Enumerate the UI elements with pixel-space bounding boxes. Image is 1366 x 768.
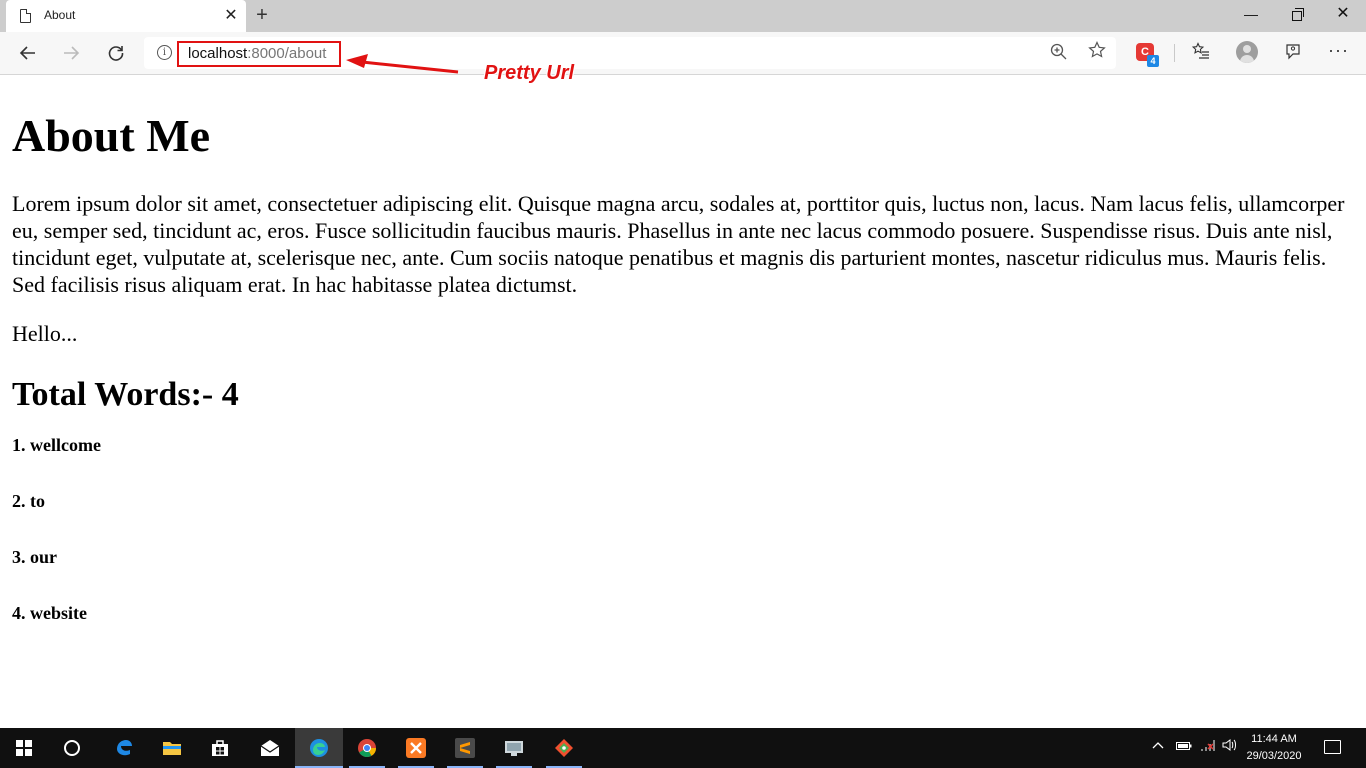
profile-avatar-icon[interactable] (1236, 41, 1258, 63)
extension-badge: 4 (1147, 55, 1159, 67)
chrome-icon (358, 739, 376, 758)
restore-button[interactable] (1274, 0, 1320, 30)
favorites-icon[interactable] (1191, 42, 1210, 65)
taskbar-app-sublime[interactable] (441, 728, 489, 768)
git-icon (555, 739, 573, 757)
restore-icon (1292, 8, 1304, 21)
volume-icon[interactable] (1222, 728, 1238, 768)
system-clock[interactable]: 11:44 AM 29/03/2020 (1244, 731, 1304, 765)
store-bag-icon (212, 740, 228, 756)
taskbar-app-chrome[interactable] (343, 728, 391, 768)
word-item: 1. wellcome (12, 435, 101, 455)
sublime-text-icon (455, 738, 475, 758)
toolbar-separator (1174, 44, 1175, 62)
word-item: 4. website (12, 603, 87, 623)
windows-logo-icon (16, 740, 32, 756)
word-item: 2. to (12, 491, 45, 511)
show-hidden-icons-button[interactable] (1152, 728, 1164, 768)
zoom-icon[interactable] (1050, 43, 1067, 65)
xampp-icon (406, 738, 426, 758)
feedback-icon[interactable] (1284, 42, 1302, 65)
minimize-button[interactable]: — (1228, 0, 1274, 30)
taskbar-app-edge-legacy[interactable] (100, 728, 148, 768)
start-button[interactable] (0, 728, 48, 768)
page-title: About Me (12, 110, 211, 161)
taskbar: 11:44 AM 29/03/2020 (0, 728, 1366, 768)
monitor-icon (505, 741, 523, 756)
total-words-heading: Total Words:- 4 (12, 376, 239, 413)
taskbar-app-xampp[interactable] (392, 728, 440, 768)
taskbar-app-store[interactable] (196, 728, 244, 768)
taskbar-app-git[interactable] (540, 728, 588, 768)
search-button[interactable] (48, 728, 96, 768)
taskbar-app-mail[interactable] (246, 728, 294, 768)
action-center-icon[interactable] (1324, 740, 1341, 754)
clock-date: 29/03/2020 (1246, 750, 1302, 762)
close-window-button[interactable]: ✕ (1320, 0, 1366, 30)
word-list: 1. wellcome 2. to 3. our 4. website (12, 415, 1352, 639)
mail-icon (260, 740, 280, 756)
page-content: About Me Lorem ipsum dolor sit amet, con… (12, 76, 1352, 639)
clock-time: 11:44 AM (1251, 733, 1297, 745)
network-icon[interactable] (1200, 728, 1216, 768)
more-options-icon[interactable]: ··· (1328, 40, 1349, 61)
taskbar-app-file-explorer[interactable] (148, 728, 196, 768)
word-item: 3. our (12, 547, 57, 567)
folder-icon (163, 742, 181, 755)
edge-icon (310, 739, 328, 757)
edge-legacy-icon (117, 740, 132, 756)
cortana-icon (64, 740, 80, 756)
battery-icon[interactable] (1176, 728, 1192, 768)
taskbar-app-edge[interactable] (295, 728, 343, 768)
greeting-text: Hello... (12, 321, 78, 346)
lorem-paragraph: Lorem ipsum dolor sit amet, consectetuer… (12, 191, 1345, 297)
chevron-up-icon (1152, 742, 1164, 749)
taskbar-app-remote-desktop[interactable] (490, 728, 538, 768)
favorite-star-icon[interactable] (1088, 41, 1106, 65)
